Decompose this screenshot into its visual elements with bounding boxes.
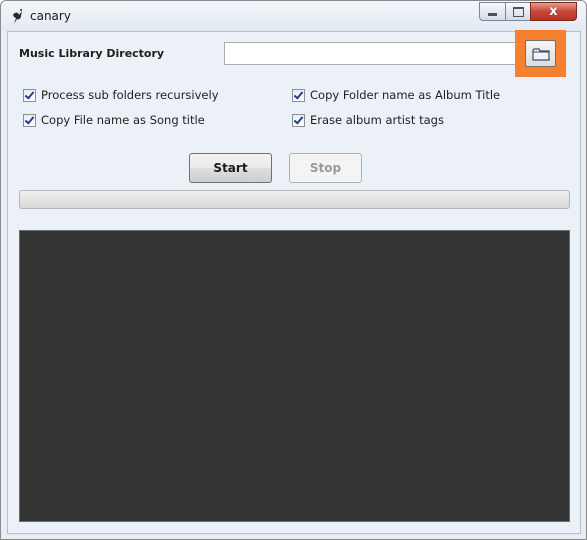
minimize-button[interactable] xyxy=(479,2,506,21)
option-recursive-label: Process sub folders recursively xyxy=(41,88,219,102)
music-library-directory-input[interactable] xyxy=(224,42,524,65)
option-folder-as-album-label: Copy Folder name as Album Title xyxy=(310,88,501,102)
progress-bar xyxy=(19,190,570,209)
option-folder-as-album-checkbox[interactable]: Copy Folder name as Album Title xyxy=(292,88,500,102)
stop-button[interactable]: Stop xyxy=(289,153,362,183)
maximize-button[interactable] xyxy=(505,2,531,21)
browse-folder-button[interactable] xyxy=(521,36,560,71)
app-window: canary x Music Library Directory Process… xyxy=(0,0,587,540)
canary-bird-icon xyxy=(13,9,22,24)
checkbox-checked-icon[interactable] xyxy=(292,88,305,102)
music-library-label: Music Library Directory xyxy=(19,47,165,60)
window-title: canary xyxy=(30,9,71,23)
start-button[interactable]: Start xyxy=(189,153,272,183)
minimize-icon xyxy=(488,13,497,16)
close-button[interactable]: x xyxy=(530,2,577,21)
option-recursive-checkbox[interactable]: Process sub folders recursively xyxy=(23,88,219,102)
close-icon: x xyxy=(549,4,558,19)
title-bar[interactable]: canary x xyxy=(1,1,586,31)
option-file-as-title-checkbox[interactable]: Copy File name as Song title xyxy=(23,113,205,127)
log-output[interactable] xyxy=(19,230,570,522)
maximize-icon xyxy=(512,6,524,17)
main-panel: Music Library Directory Process sub fold… xyxy=(7,30,581,534)
checkbox-checked-icon[interactable] xyxy=(23,88,36,102)
folder-icon xyxy=(531,47,550,61)
option-file-as-title-label: Copy File name as Song title xyxy=(41,113,205,127)
checkbox-checked-icon[interactable] xyxy=(292,113,305,127)
checkbox-checked-icon[interactable] xyxy=(23,113,36,127)
option-erase-album-artist-checkbox[interactable]: Erase album artist tags xyxy=(292,113,444,127)
browse-button-face xyxy=(525,40,556,67)
option-erase-album-artist-label: Erase album artist tags xyxy=(310,113,444,127)
